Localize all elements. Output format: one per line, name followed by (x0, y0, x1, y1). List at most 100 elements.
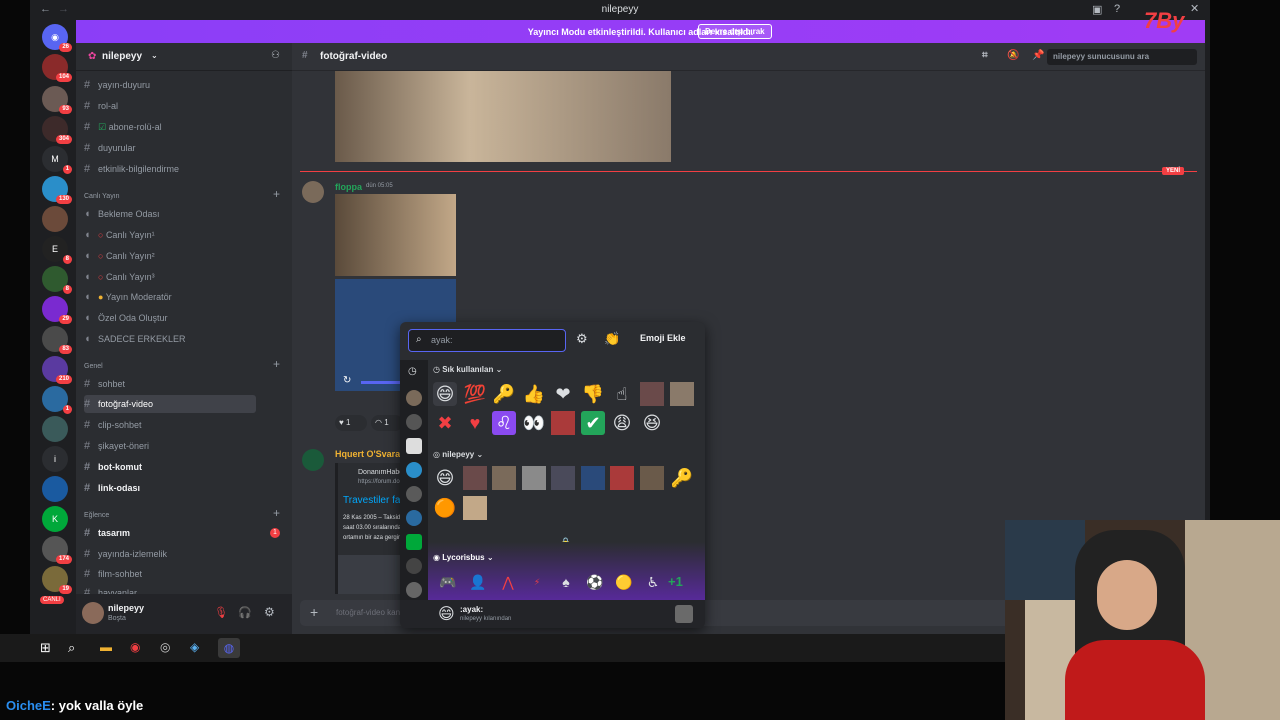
server-emoji-icon[interactable] (406, 462, 422, 478)
server-icon[interactable]: 19 (42, 566, 72, 594)
add-channel-icon[interactable]: + (273, 357, 280, 371)
channel-item[interactable]: # yayında-izlemelik (84, 545, 264, 563)
emoji[interactable] (551, 411, 575, 435)
emoji[interactable] (463, 466, 487, 490)
emoji[interactable]: ♿ (641, 570, 665, 594)
server-icon[interactable]: 130 (42, 176, 72, 204)
server-icon[interactable]: 83 (42, 326, 72, 354)
emoji[interactable] (581, 466, 605, 490)
server-emoji-icon[interactable] (406, 438, 422, 454)
server-icon[interactable] (42, 476, 68, 502)
server-emoji-icon[interactable] (406, 534, 422, 550)
channel-item[interactable]: # etkinlik-bilgilendirme (84, 160, 264, 178)
emoji[interactable]: 🟠 (433, 496, 457, 520)
channel-item[interactable]: # film-sohbet (84, 565, 264, 583)
emoji[interactable]: 😩 (610, 411, 634, 435)
emoji[interactable]: 🎮 (436, 570, 460, 594)
server-emoji-icon[interactable] (406, 510, 422, 526)
message-image[interactable] (335, 194, 456, 276)
app-icon[interactable]: ◈ (190, 640, 199, 654)
add-member-icon[interactable]: ⚇ (271, 50, 280, 61)
emoji[interactable]: 👎 (581, 382, 605, 406)
upload-plus-icon[interactable]: + (310, 604, 318, 620)
emoji[interactable] (610, 466, 634, 490)
emoji[interactable]: 🟡 (612, 570, 636, 594)
category-header[interactable]: Genel (84, 363, 103, 370)
replay-icon[interactable]: ↻ (343, 375, 351, 386)
channel-item[interactable]: # link-odası (84, 479, 264, 497)
emoji[interactable]: ☝ (610, 382, 634, 406)
emoji[interactable]: ♠ (554, 570, 578, 594)
inbox-icon[interactable]: ▣ (1092, 3, 1102, 16)
channel-item-active[interactable]: # fotoğraf-video (84, 395, 256, 413)
search-input[interactable]: nilepeyy sunucusunu ara (1047, 49, 1197, 65)
server-icon[interactable]: 93 (42, 86, 72, 114)
threads-icon[interactable]: ⌗ (982, 50, 988, 61)
server-icon[interactable] (42, 206, 68, 232)
voice-channel-item[interactable]: ◖ ○ Canlı Yayın¹ (84, 226, 264, 244)
help-icon[interactable]: ? (1114, 3, 1120, 15)
add-emoji-button[interactable]: Emoji Ekle (640, 333, 686, 343)
section-frequently-used[interactable]: ◷ Sık kullanılan ⌄ (433, 365, 502, 374)
gear-icon[interactable]: ⚙ (264, 605, 275, 619)
emoji[interactable]: 💯 (463, 382, 487, 406)
voice-channel-item[interactable]: ◖ Özel Oda Oluştur (84, 309, 264, 327)
message-image[interactable] (335, 71, 671, 162)
voice-channel-item[interactable]: ◖ SADECE ERKEKLER (84, 330, 264, 348)
voice-channel-item[interactable]: ◖ ○ Canlı Yayın³ (84, 268, 264, 286)
discord-taskbar-icon[interactable]: ◍ (218, 638, 240, 658)
channel-item[interactable]: # bot-komut (84, 458, 264, 476)
mute-mic-icon[interactable]: 🎙 (214, 606, 228, 619)
emoji[interactable]: ⚡ (525, 570, 549, 594)
server-icon[interactable]: 104 (42, 54, 72, 82)
disable-streamer-mode-button[interactable]: Devre dışı bırak (698, 24, 772, 39)
emoji[interactable]: ⚽ (583, 570, 607, 594)
emoji[interactable]: 👍 (522, 382, 546, 406)
emoji[interactable]: 👀 (522, 411, 546, 435)
server-icon[interactable]: 29 (42, 296, 72, 324)
emoji[interactable] (640, 382, 664, 406)
section-server[interactable]: ◎ nilepeyy ⌄ (433, 450, 483, 459)
voice-channel-item[interactable]: ◖ ○ Canlı Yayın² (84, 247, 264, 265)
category-header[interactable]: Canlı Yayın (84, 193, 120, 200)
emoji-search-input[interactable]: ayak: (408, 329, 566, 352)
chrome-icon[interactable]: ◉ (130, 640, 140, 654)
emoji[interactable]: ✖ (433, 411, 457, 435)
channel-item[interactable]: # ☑ abone-rolü-al (84, 118, 264, 136)
server-icon[interactable]: M1 (42, 146, 72, 174)
server-emoji-icon[interactable] (406, 414, 422, 430)
server-icon[interactable]: 304 (42, 116, 72, 144)
emoji[interactable]: ⋀ (496, 570, 520, 594)
server-icon[interactable]: 210 (42, 356, 72, 384)
channel-item[interactable]: # duyurular (84, 139, 264, 157)
channel-item[interactable]: # clip-sohbet (84, 416, 264, 434)
reaction-gesture[interactable]: ◠ 1 (371, 415, 403, 431)
home-button[interactable]: ◉ 26 (42, 24, 72, 52)
emoji[interactable]: 😄 (433, 466, 457, 490)
add-channel-icon[interactable]: + (273, 506, 280, 520)
emoji[interactable]: ♥ (463, 411, 487, 435)
server-icon[interactable]: K (42, 506, 68, 532)
category-header[interactable]: Eğlence (84, 512, 109, 519)
emoji[interactable] (670, 382, 694, 406)
pin-icon[interactable]: 📌 (1032, 50, 1044, 61)
emoji[interactable]: ✔ (581, 411, 605, 435)
emoji[interactable]: ♌ (492, 411, 516, 435)
file-explorer-icon[interactable]: ▬ (100, 640, 112, 654)
search-icon[interactable]: ⌕ (68, 640, 75, 656)
channel-item[interactable]: # sohbet (84, 375, 264, 393)
voice-channel-item[interactable]: ◖ Bekleme Odası (84, 205, 264, 223)
server-emoji-icon[interactable] (406, 582, 422, 598)
server-icon[interactable]: 174 (42, 536, 72, 564)
avatar[interactable] (302, 181, 324, 203)
server-emoji-icon[interactable] (406, 486, 422, 502)
emoji[interactable] (522, 466, 546, 490)
windows-start-icon[interactable]: ⊞ (40, 640, 51, 656)
channel-item[interactable]: # rol-al (84, 97, 264, 115)
app-icon[interactable]: ◎ (160, 640, 170, 654)
channel-item[interactable]: # tasarım (84, 524, 264, 542)
emoji[interactable] (640, 466, 664, 490)
deafen-icon[interactable]: 🎧 (238, 606, 252, 619)
server-icon[interactable]: 8 (42, 266, 72, 294)
voice-channel-item[interactable]: ◖ ● Yayın Moderatör (84, 288, 264, 306)
